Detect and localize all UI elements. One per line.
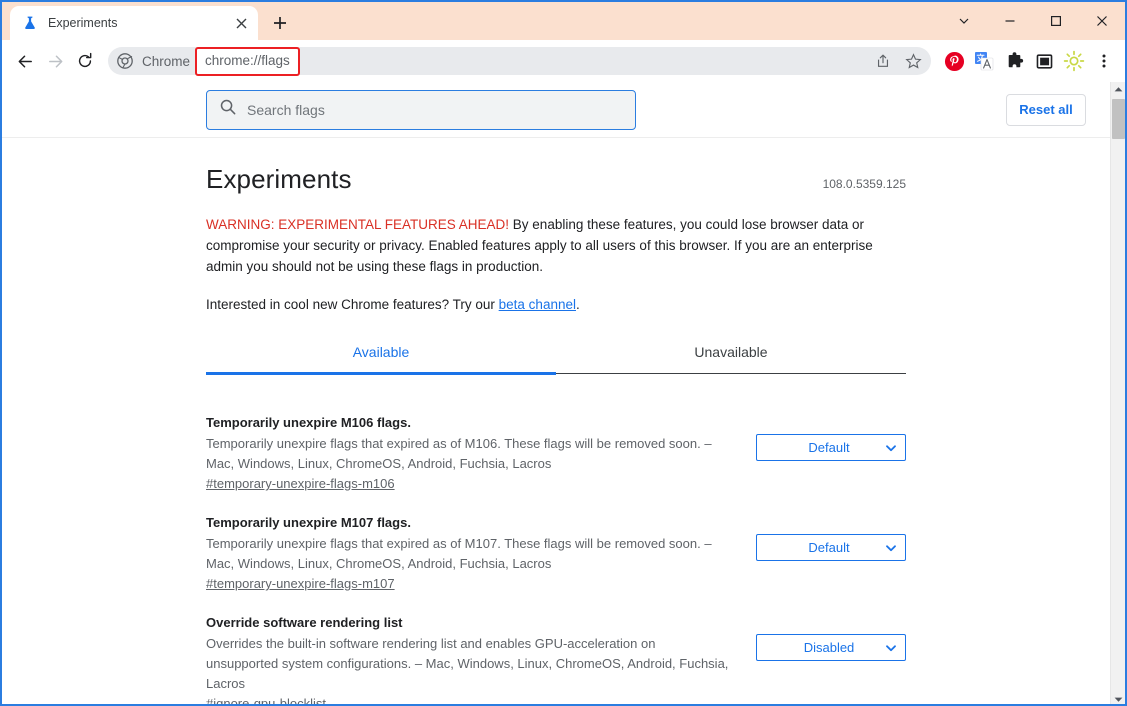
side-panel-icon[interactable] (1029, 46, 1059, 76)
scroll-up-icon[interactable] (1111, 82, 1125, 96)
flag-state-select[interactable]: Default (756, 434, 906, 461)
page-viewport: Reset all Experiments 108.0.5359.125 WAR… (2, 82, 1125, 706)
flag-title: Temporarily unexpire M106 flags. (206, 415, 731, 430)
flag-row: Override software rendering list Overrid… (206, 604, 906, 706)
tab-strip: Experiments (2, 2, 1125, 40)
chrome-version: 108.0.5359.125 (823, 177, 906, 191)
flag-select-shell: Default (756, 534, 906, 561)
close-icon[interactable] (232, 14, 250, 32)
three-dot-menu-icon[interactable] (1089, 46, 1119, 76)
beta-channel-line: Interested in cool new Chrome features? … (206, 294, 906, 315)
flag-description: Temporarily unexpire flags that expired … (206, 434, 731, 474)
flag-description: Temporarily unexpire flags that expired … (206, 534, 731, 574)
browser-tab-experiments[interactable]: Experiments (10, 6, 258, 40)
tab-unavailable[interactable]: Unavailable (556, 344, 906, 373)
beta-prefix: Interested in cool new Chrome features? … (206, 297, 499, 312)
google-translate-icon[interactable] (969, 46, 999, 76)
flag-select-wrap: Default (756, 515, 906, 561)
maximize-button[interactable] (1033, 5, 1079, 37)
new-tab-button[interactable] (266, 9, 294, 37)
flag-permalink[interactable]: #temporary-unexpire-flags-m107 (206, 576, 395, 591)
flask-icon (22, 15, 38, 31)
chrome-logo-icon (117, 53, 133, 69)
flag-state-select[interactable]: Disabled (756, 634, 906, 661)
flag-permalink[interactable]: #temporary-unexpire-flags-m106 (206, 476, 395, 491)
reset-all-button[interactable]: Reset all (1006, 94, 1086, 126)
flag-select-wrap: Default (756, 415, 906, 461)
page-title: Experiments (206, 164, 352, 195)
omnibox-url: chrome://flags (205, 53, 290, 68)
tab-search-button[interactable] (941, 5, 987, 37)
star-icon[interactable] (901, 49, 925, 73)
beta-channel-link[interactable]: beta channel (499, 297, 576, 312)
flag-select-shell: Default (756, 434, 906, 461)
search-icon (219, 98, 237, 121)
forward-arrow-icon (40, 46, 70, 76)
sun-brightness-icon[interactable] (1059, 46, 1089, 76)
flag-info: Temporarily unexpire M106 flags. Tempora… (206, 415, 731, 493)
scroll-down-icon[interactable] (1111, 692, 1125, 706)
search-input[interactable] (247, 102, 623, 118)
omnibox-origin-label: Chrome (142, 54, 190, 69)
beta-suffix: . (576, 297, 580, 312)
flag-title: Temporarily unexpire M107 flags. (206, 515, 731, 530)
window-controls (941, 2, 1125, 40)
flag-state-select[interactable]: Default (756, 534, 906, 561)
pinterest-icon[interactable] (939, 46, 969, 76)
tab-title: Experiments (48, 16, 222, 30)
flag-row: Temporarily unexpire M107 flags. Tempora… (206, 504, 906, 604)
flag-info: Temporarily unexpire M107 flags. Tempora… (206, 515, 731, 593)
flags-list: Temporarily unexpire M106 flags. Tempora… (206, 404, 906, 706)
flags-tablist: Available Unavailable (206, 344, 906, 374)
flag-description: Overrides the built-in software renderin… (206, 634, 731, 694)
flag-row: Temporarily unexpire M106 flags. Tempora… (206, 404, 906, 504)
page-scrollbar[interactable] (1110, 82, 1125, 706)
puzzle-piece-icon[interactable] (999, 46, 1029, 76)
browser-toolbar: Chrome chrome://flags (2, 40, 1125, 82)
flag-title: Override software rendering list (206, 615, 731, 630)
title-row: Experiments 108.0.5359.125 (206, 164, 906, 195)
reload-icon[interactable] (70, 46, 100, 76)
search-flags-box[interactable] (206, 90, 636, 130)
minimize-button[interactable] (987, 5, 1033, 37)
close-button[interactable] (1079, 5, 1125, 37)
scrollbar-thumb[interactable] (1112, 99, 1125, 139)
flags-page: Reset all Experiments 108.0.5359.125 WAR… (2, 82, 1110, 706)
tab-available[interactable]: Available (206, 344, 556, 373)
experimental-warning: WARNING: EXPERIMENTAL FEATURES AHEAD! By… (206, 214, 906, 277)
address-bar[interactable]: Chrome chrome://flags (108, 47, 931, 75)
active-tab-indicator (206, 372, 556, 375)
flag-select-wrap: Disabled (756, 615, 906, 661)
omnibox-actions (871, 49, 931, 73)
url-highlight-annotation: chrome://flags (195, 47, 300, 76)
warning-headline: WARNING: EXPERIMENTAL FEATURES AHEAD! (206, 217, 509, 232)
flag-info: Override software rendering list Overrid… (206, 615, 731, 706)
flag-select-shell: Disabled (756, 634, 906, 661)
browser-window: Experiments (0, 0, 1127, 706)
search-row: Reset all (2, 82, 1110, 138)
flag-permalink[interactable]: #ignore-gpu-blocklist (206, 696, 326, 706)
flags-content: Experiments 108.0.5359.125 WARNING: EXPE… (2, 138, 1110, 706)
back-arrow-icon[interactable] (10, 46, 40, 76)
share-icon[interactable] (871, 49, 895, 73)
